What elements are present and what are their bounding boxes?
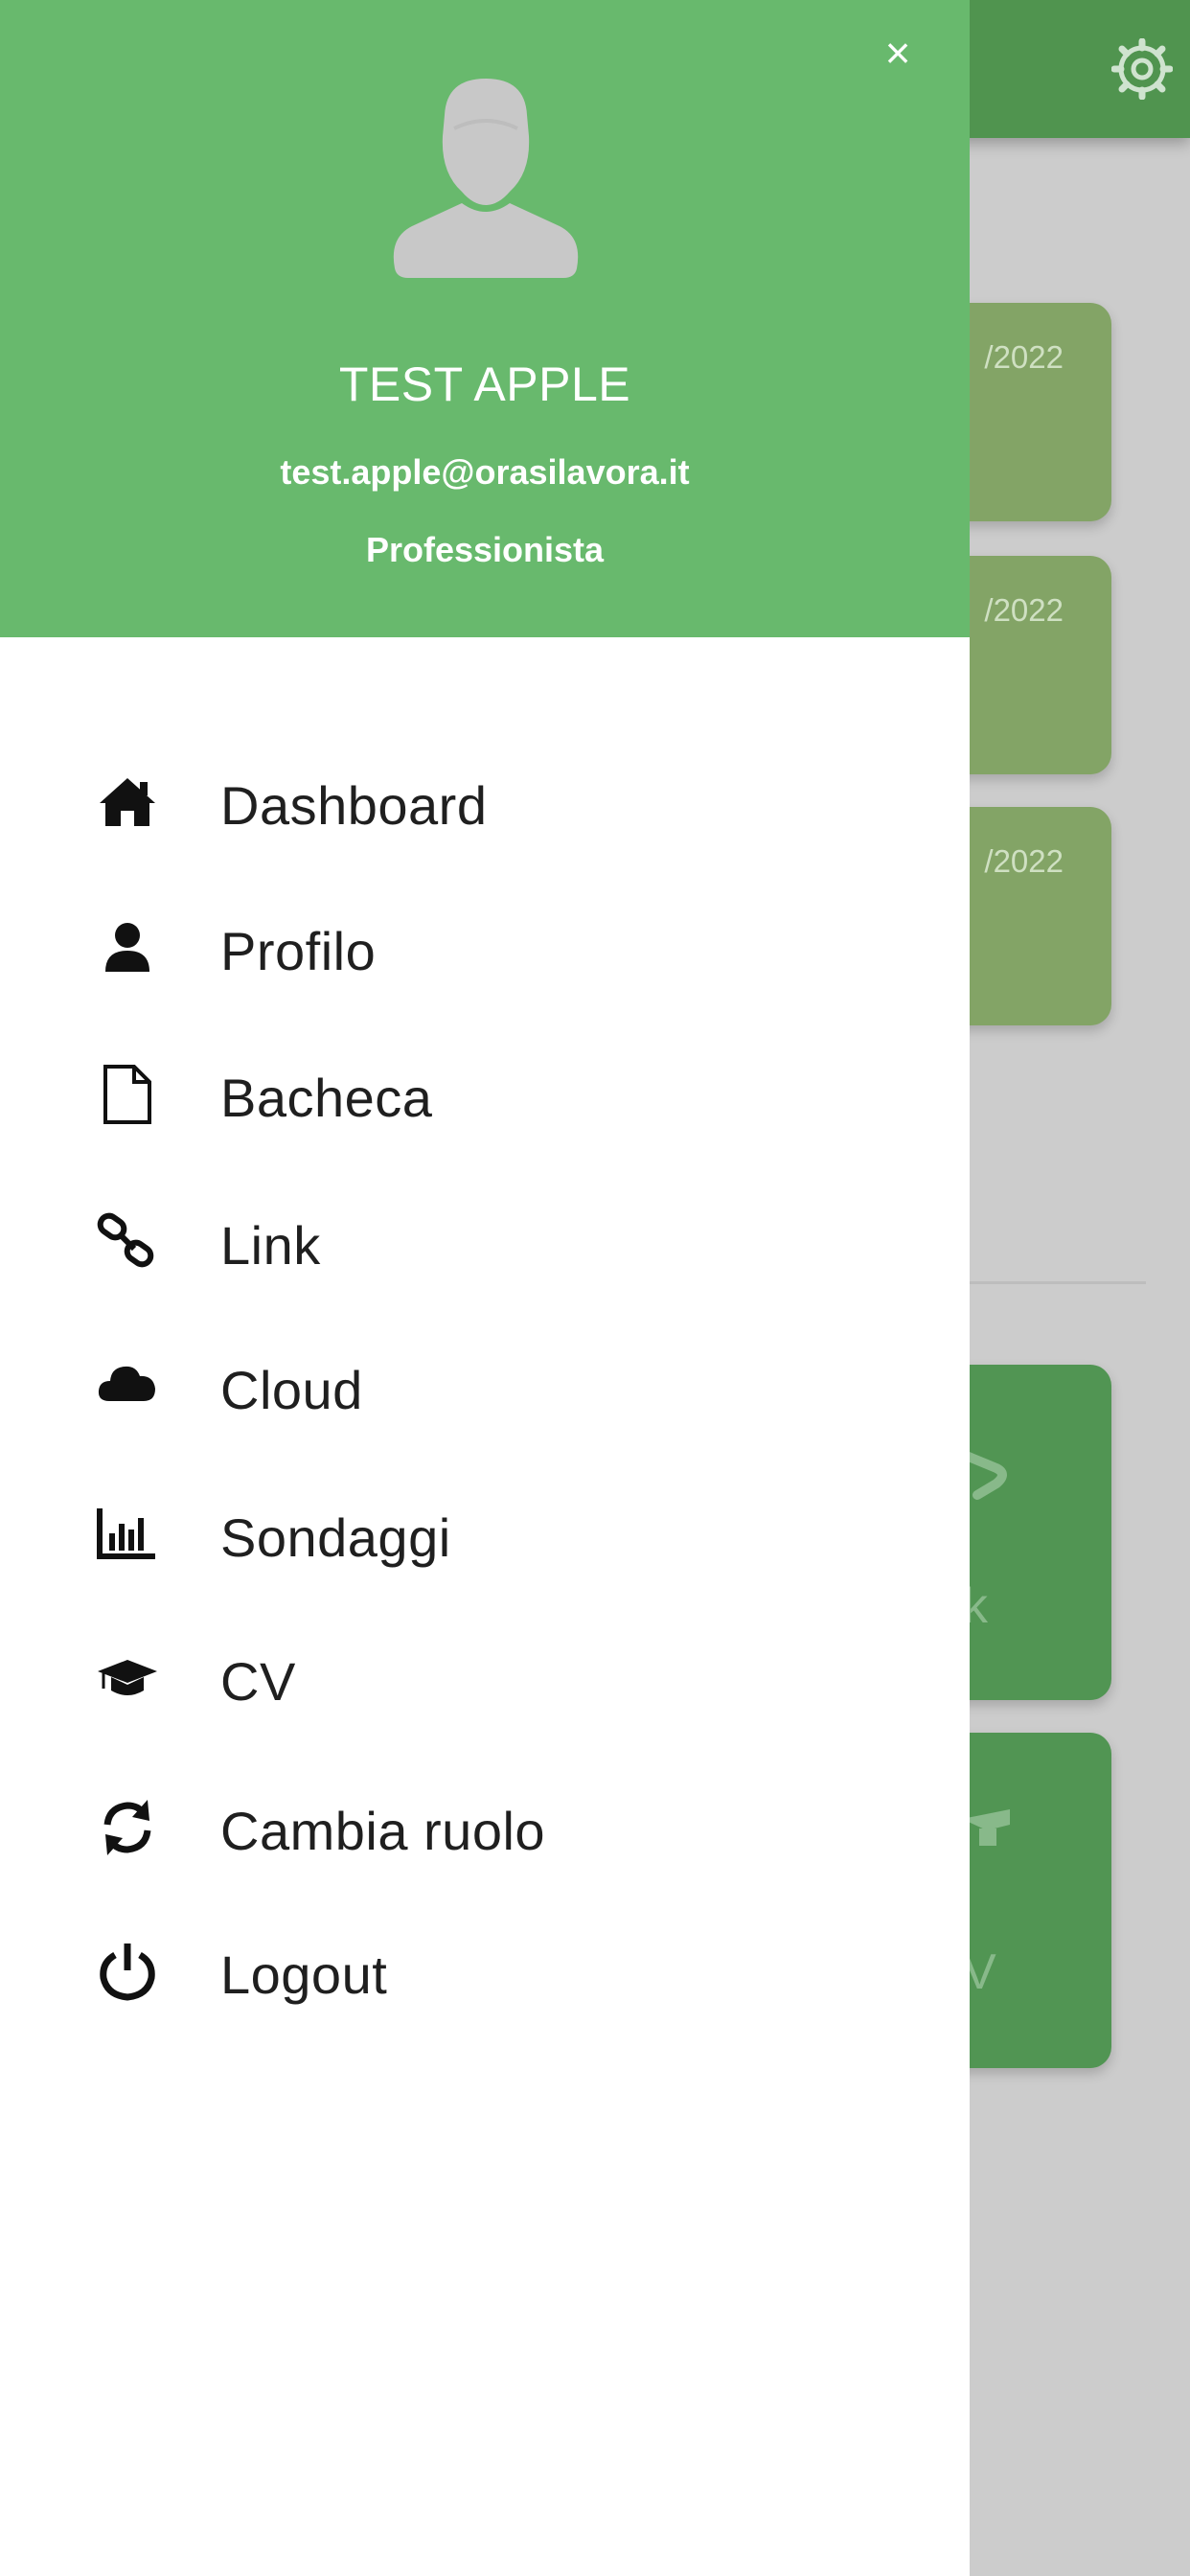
menu-label: Logout [220, 1944, 388, 2005]
user-role: Professionista [365, 530, 605, 569]
menu-item-bacheca[interactable]: Bacheca [0, 1038, 970, 1153]
menu-label: Cambia ruolo [220, 1801, 546, 1861]
cloud-icon [96, 1355, 159, 1418]
drawer-header: × TEST APPLE test.apple@orasilavora.it P… [0, 0, 970, 637]
link-icon [96, 1210, 159, 1274]
bar-chart-icon [96, 1503, 159, 1566]
user-icon [96, 916, 159, 979]
card-date: /2022 [984, 592, 1064, 628]
menu-item-sondaggi[interactable]: Sondaggi [0, 1478, 970, 1593]
graduation-cap-icon [96, 1646, 159, 1710]
menu-item-cv[interactable]: CV [0, 1622, 970, 1736]
menu-label: Dashboard [220, 775, 488, 836]
menu-label: Link [220, 1215, 321, 1276]
menu-label: Cloud [220, 1360, 363, 1420]
menu-label: Bacheca [220, 1068, 433, 1128]
menu-item-link[interactable]: Link [0, 1185, 970, 1300]
menu-item-cloud[interactable]: Cloud [0, 1330, 970, 1445]
menu-label: Profilo [220, 921, 377, 981]
power-icon [96, 1940, 159, 2003]
settings-gear-icon[interactable] [1110, 37, 1174, 101]
menu-item-profilo[interactable]: Profilo [0, 891, 970, 1006]
home-icon [96, 770, 159, 834]
menu-item-cambia-ruolo[interactable]: Cambia ruolo [0, 1771, 970, 1886]
menu-item-logout[interactable]: Logout [0, 1915, 970, 2030]
close-button[interactable]: × [874, 29, 922, 77]
user-name: TEST APPLE [338, 357, 631, 411]
refresh-icon [96, 1796, 159, 1859]
card-date: /2022 [984, 843, 1064, 879]
menu-label: Sondaggi [220, 1507, 451, 1568]
user-email: test.apple@orasilavora.it [280, 452, 690, 492]
card-date: /2022 [984, 339, 1064, 375]
avatar-icon [387, 77, 584, 280]
divider [968, 1281, 1146, 1284]
side-drawer: × TEST APPLE test.apple@orasilavora.it P… [0, 0, 970, 2576]
menu-label: CV [220, 1651, 296, 1712]
file-icon [96, 1063, 159, 1126]
menu-item-dashboard[interactable]: Dashboard [0, 746, 970, 861]
